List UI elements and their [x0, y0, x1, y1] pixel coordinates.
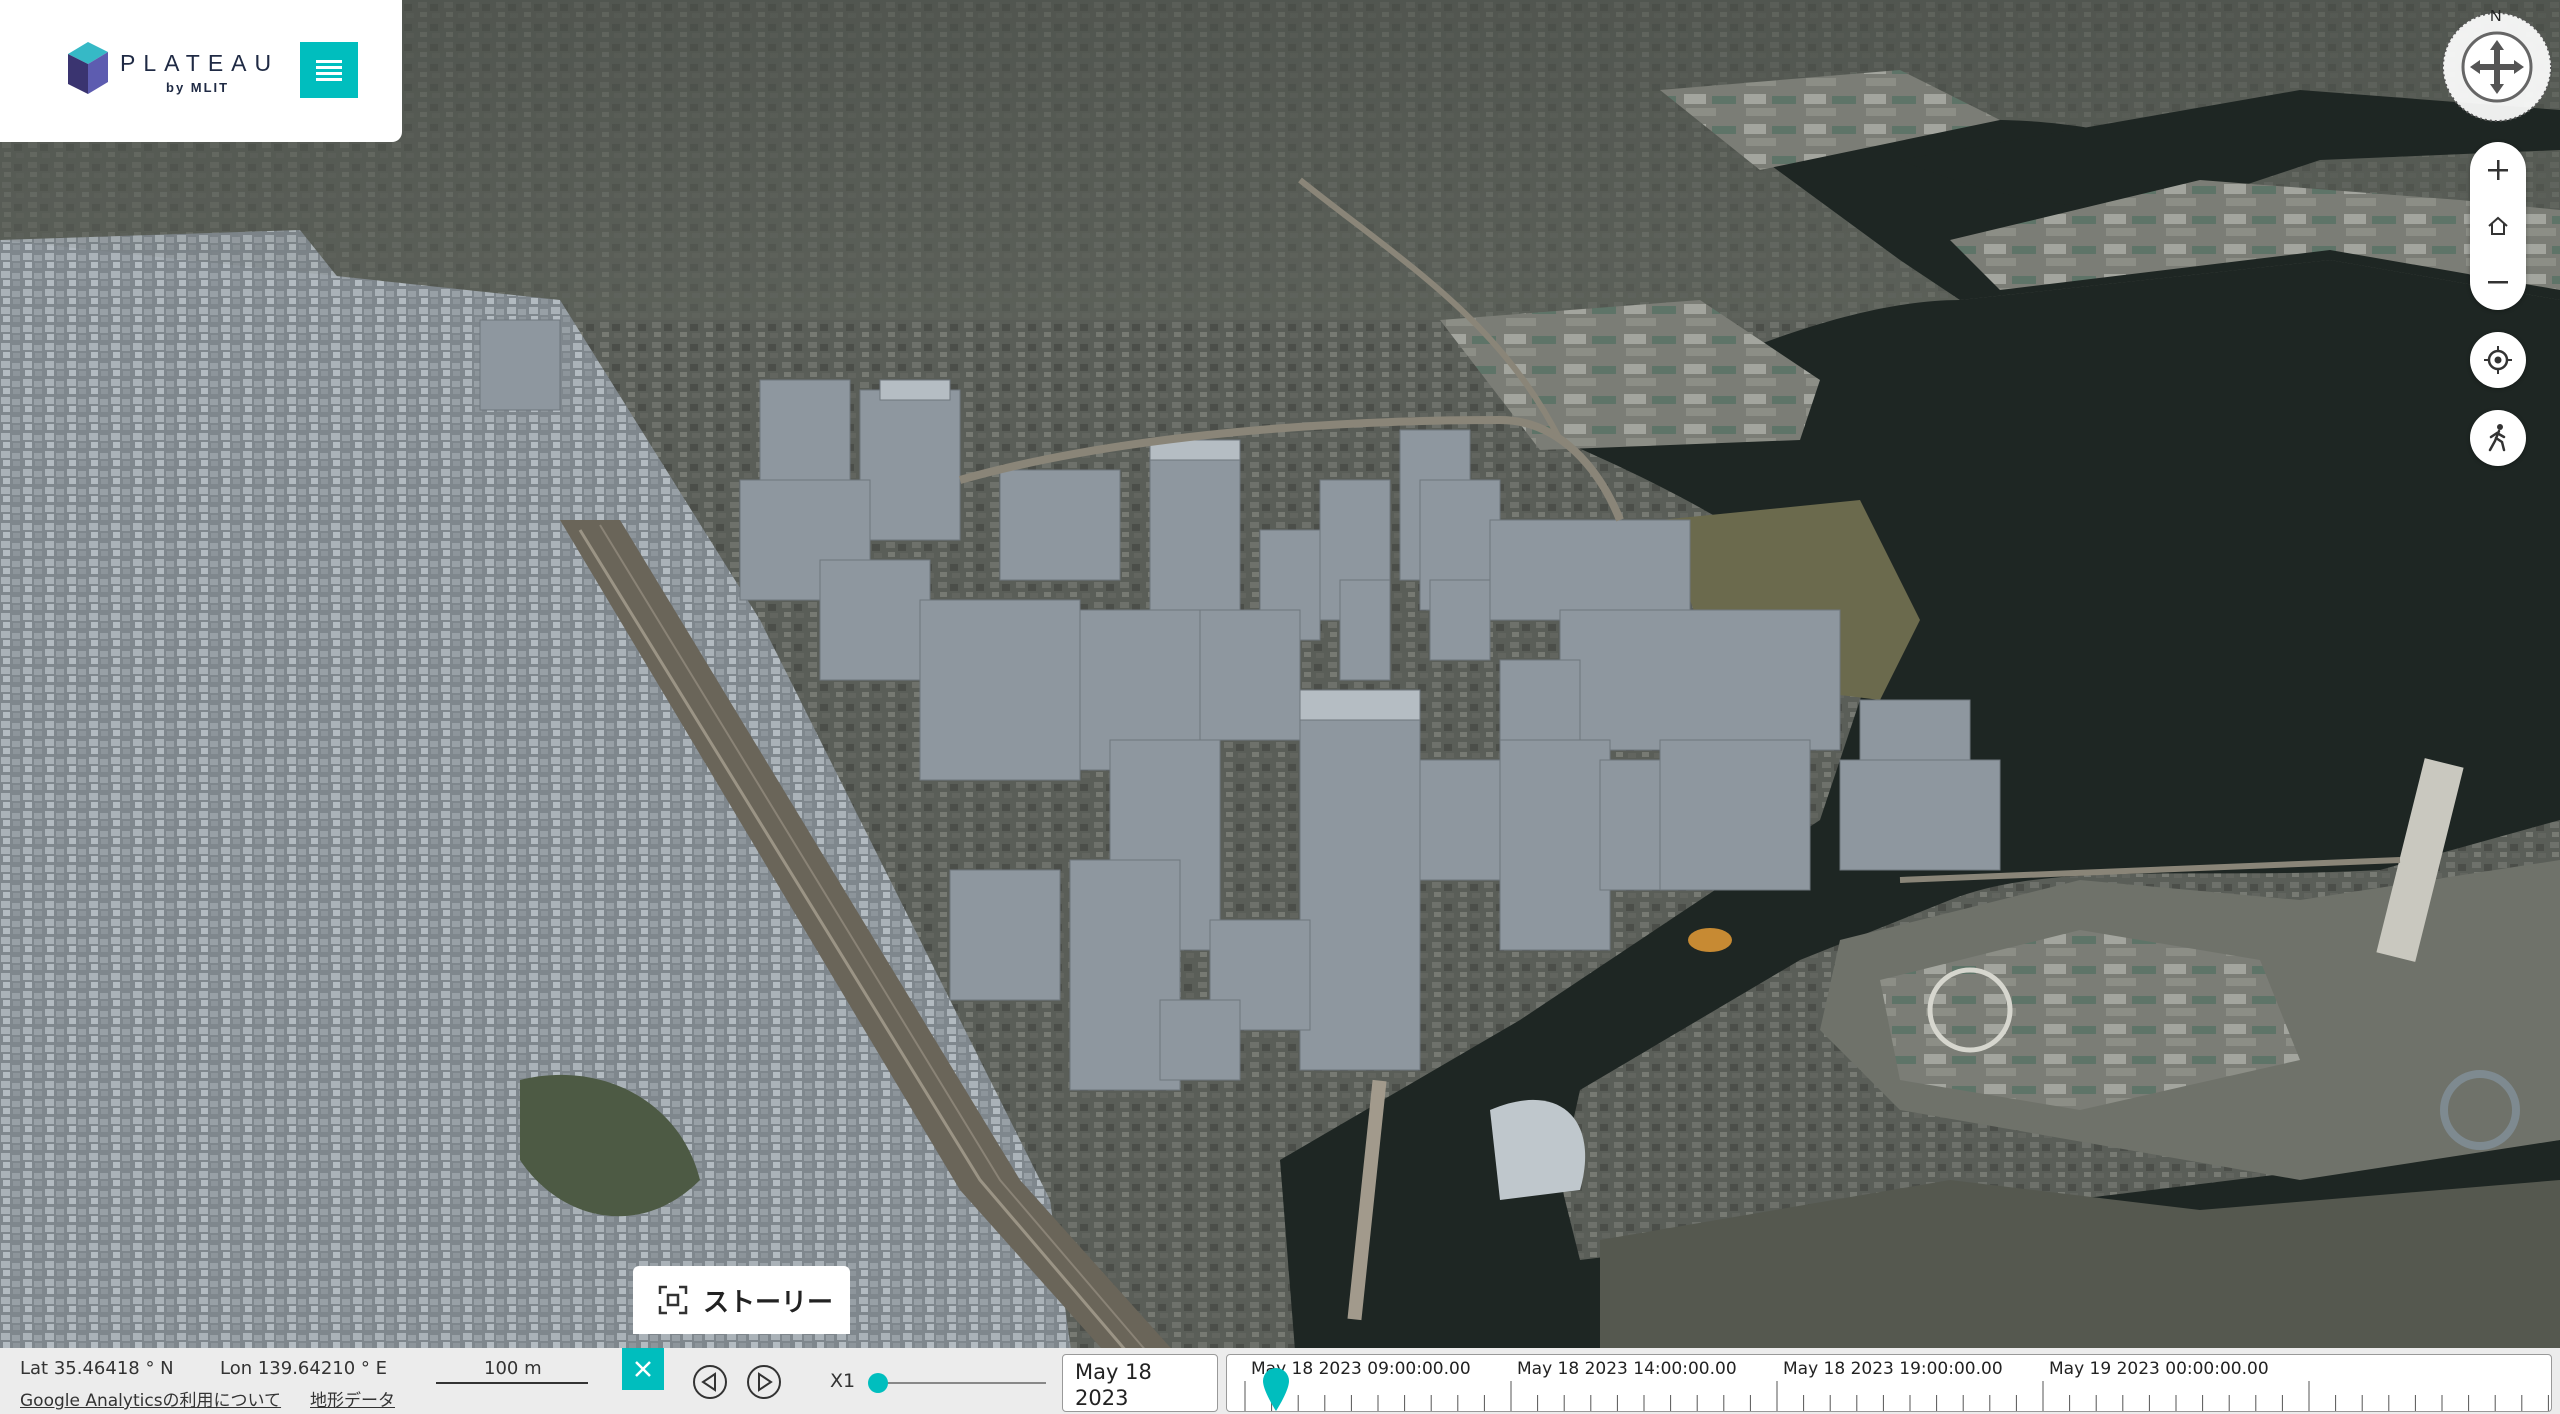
hamburger-icon: [316, 60, 342, 81]
play-forward-icon[interactable]: [746, 1364, 782, 1400]
terrain-data-link[interactable]: 地形データ: [310, 1386, 395, 1411]
story-button[interactable]: ストーリー: [633, 1266, 850, 1334]
walking-person-icon: [2488, 424, 2506, 452]
longitude-readout: Lon 139.64210 ° E: [220, 1358, 388, 1379]
plus-icon: [2488, 160, 2508, 180]
home-icon: [2488, 216, 2508, 235]
speed-slider-handle[interactable]: [868, 1373, 888, 1393]
close-icon: [635, 1361, 651, 1377]
bottom-status-bar: Lat 35.46418 ° N Lon 139.64210 ° E 100 m…: [0, 1348, 2560, 1414]
play-backward-icon[interactable]: [692, 1364, 728, 1400]
playback-speed-label: X1: [830, 1370, 856, 1392]
scale-label: 100 m: [484, 1358, 542, 1379]
current-date-day: May 18: [1075, 1360, 1152, 1384]
logo-card: PLATEAU by MLIT: [0, 0, 402, 142]
zoom-in-button[interactable]: [2470, 142, 2526, 198]
timeline-label-3: May 18 2023 19:00:00.00: [1783, 1359, 2003, 1379]
analytics-link[interactable]: Google Analyticsの利用について: [20, 1386, 281, 1411]
map-3d-view[interactable]: [0, 0, 2560, 1414]
plateau-logo-icon: [68, 42, 108, 94]
timeline-label-2: May 18 2023 14:00:00.00: [1517, 1359, 1737, 1379]
scale-bar: [436, 1382, 588, 1384]
crosshair-icon: [2484, 346, 2512, 374]
zoom-control: [2470, 142, 2526, 310]
compass-north-label: N: [2490, 8, 2502, 25]
my-location-button[interactable]: [2470, 332, 2526, 388]
home-button[interactable]: [2470, 198, 2526, 254]
latitude-readout: Lat 35.46418 ° N: [20, 1358, 174, 1379]
speed-slider-track[interactable]: [876, 1382, 1046, 1384]
minus-icon: [2488, 281, 2508, 284]
current-date-display: May 18 2023: [1062, 1354, 1218, 1412]
current-date-year: 2023: [1075, 1386, 1129, 1410]
logo-wordmark: PLATEAU: [120, 50, 280, 76]
story-button-label: ストーリー: [703, 1287, 834, 1318]
menu-button[interactable]: [300, 42, 358, 98]
timeline-cursor-handle[interactable]: [1261, 1365, 1291, 1411]
coordinate-panel: Lat 35.46418 ° N Lon 139.64210 ° E 100 m…: [0, 1348, 620, 1414]
story-frame-icon: [658, 1285, 688, 1315]
timeline-label-4: May 19 2023 00:00:00.00: [2049, 1359, 2269, 1379]
compass-control[interactable]: [2440, 10, 2554, 124]
pedestrian-mode-button[interactable]: [2470, 410, 2526, 466]
timeline-track[interactable]: May 18 2023 09:00:00.00 May 18 2023 14:0…: [1226, 1354, 2552, 1412]
close-timeline-button[interactable]: [622, 1348, 664, 1390]
logo-subtitle: by MLIT: [166, 80, 230, 95]
zoom-out-button[interactable]: [2470, 254, 2526, 310]
